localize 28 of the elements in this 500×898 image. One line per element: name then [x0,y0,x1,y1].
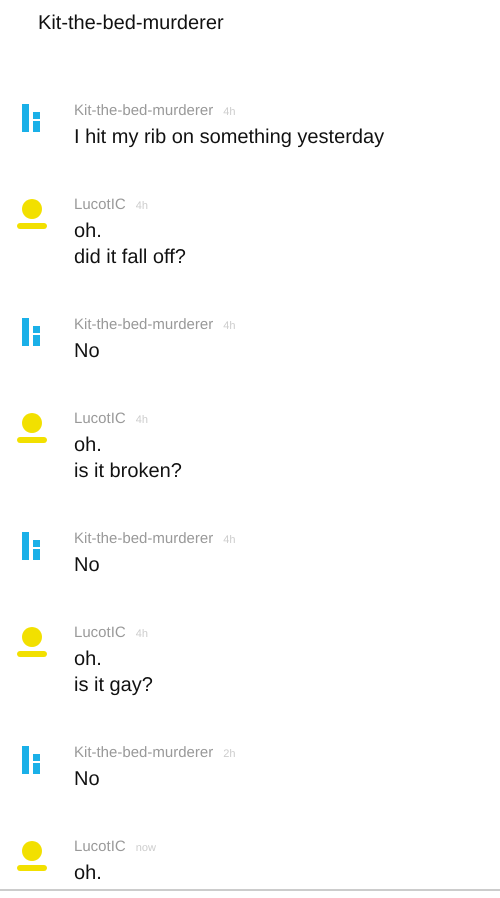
user-icon [14,840,50,872]
message-text: No [74,767,101,792]
message-text: No [74,553,101,578]
author-name: LucotIC [74,837,126,857]
user-icon [14,198,50,230]
k-logo-icon [22,104,42,132]
author-name: LucotIC [74,409,126,429]
message-text: oh. [74,219,103,244]
k-logo-icon [22,746,42,774]
author-name: Kit-the-bed-murderer [74,743,214,763]
message-text: is it gay? [74,673,153,698]
message-text: did it fall off? [74,245,186,270]
message-text: No [74,339,101,364]
k-logo-icon [22,532,42,560]
message-text: oh. [74,433,103,458]
author-name: Kit-the-bed-murderer [74,315,214,335]
message-text: is it broken? [74,459,182,484]
message-text: oh. [74,861,103,886]
user-icon [14,412,50,444]
chat-title: Kit-the-bed-murderer [37,11,225,36]
user-icon [14,626,50,658]
k-logo-icon [22,318,42,346]
author-name: LucotIC [74,623,126,643]
author-name: Kit-the-bed-murderer [74,101,214,121]
message-text: oh. [74,647,103,672]
author-name: LucotIC [74,195,126,215]
author-name: Kit-the-bed-murderer [74,529,214,549]
message-text: I hit my rib on something yesterday [74,125,384,150]
